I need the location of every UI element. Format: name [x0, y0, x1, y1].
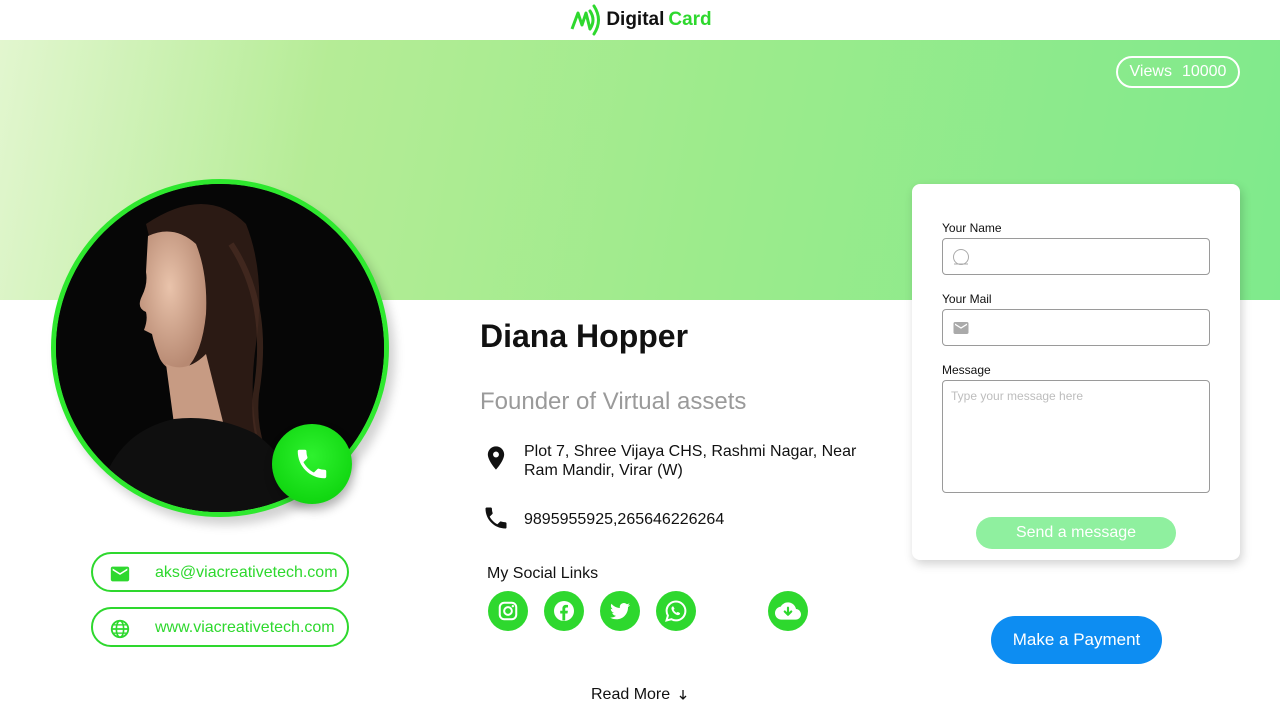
download-contact-button[interactable] — [768, 591, 808, 631]
name-input[interactable] — [979, 245, 1199, 269]
arrow-down-icon — [679, 690, 687, 700]
twitter-icon — [610, 603, 630, 620]
twitter-link[interactable] — [600, 591, 640, 631]
logo-signal-icon — [570, 4, 601, 36]
profile-role: Founder of Virtual assets — [480, 388, 747, 415]
globe-icon — [110, 619, 130, 639]
name-label: Your Name — [942, 221, 1002, 235]
top-bar: Digital Card — [0, 0, 1280, 40]
message-textarea[interactable] — [951, 389, 1203, 485]
views-label: Views — [1129, 63, 1172, 80]
logo-text-card: Card — [668, 9, 712, 30]
send-message-button[interactable]: Send a message — [976, 517, 1176, 549]
read-more-label: Read More — [591, 686, 671, 703]
mail-label: Your Mail — [942, 292, 992, 306]
brand-logo[interactable]: Digital Card — [568, 3, 712, 37]
envelope-icon — [953, 322, 969, 334]
cloud-download-icon — [775, 602, 801, 620]
user-icon — [953, 249, 969, 265]
call-button[interactable] — [272, 424, 352, 504]
website-link[interactable]: www.viacreativetech.com — [91, 607, 349, 647]
website-text: www.viacreativetech.com — [155, 619, 335, 636]
instagram-link[interactable] — [488, 591, 528, 631]
facebook-icon — [554, 601, 574, 621]
whatsapp-icon — [665, 600, 687, 622]
views-count: 10000 — [1181, 63, 1227, 80]
phone-text[interactable]: 9895955925,265646226264 — [524, 510, 724, 529]
phone-icon — [297, 449, 327, 479]
profile-name: Diana Hopper — [480, 318, 689, 354]
email-link[interactable]: aks@viacreativetech.com — [91, 552, 349, 592]
mail-field[interactable] — [942, 309, 1210, 346]
logo-text-digital: Digital — [606, 9, 665, 30]
contact-form-card: Your Name Your Mail Message Send a messa… — [912, 184, 1240, 560]
social-links-title: My Social Links — [487, 565, 599, 582]
views-badge: Views 10000 — [1116, 56, 1240, 88]
instagram-icon — [498, 601, 518, 621]
facebook-link[interactable] — [544, 591, 584, 631]
location-pin-icon — [487, 446, 505, 470]
make-payment-button[interactable]: Make a Payment — [991, 616, 1162, 664]
read-more-link[interactable]: Read More — [591, 686, 688, 704]
message-label: Message — [942, 363, 991, 377]
name-field[interactable] — [942, 238, 1210, 275]
mail-input[interactable] — [979, 316, 1199, 340]
phone-number-icon — [485, 507, 507, 529]
whatsapp-link[interactable] — [656, 591, 696, 631]
message-field[interactable] — [942, 380, 1210, 493]
mail-icon — [110, 566, 130, 582]
address-text: Plot 7, Shree Vijaya CHS, Rashmi Nagar, … — [524, 443, 857, 479]
email-text: aks@viacreativetech.com — [155, 564, 338, 581]
